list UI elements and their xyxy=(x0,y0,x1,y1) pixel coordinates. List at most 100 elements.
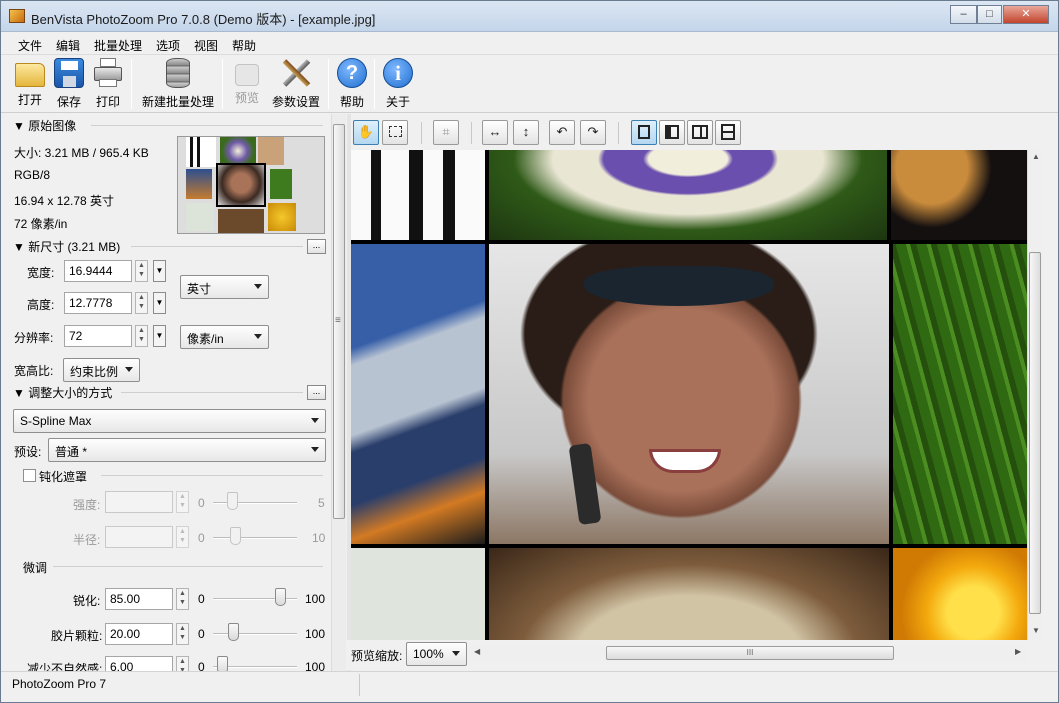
fine-tune-value-input[interactable]: 6.00 xyxy=(105,656,173,671)
split-view-button[interactable] xyxy=(659,120,685,145)
original-file-size: 大小: 3.21 MB / 965.4 KB xyxy=(14,146,149,160)
unsharp-mask-checkbox[interactable] xyxy=(23,469,36,482)
algorithm-select[interactable]: S-Spline Max xyxy=(13,409,326,433)
settings-button[interactable]: 参数设置 xyxy=(269,58,323,110)
width-menu-button[interactable]: ▼ xyxy=(153,260,166,282)
resolution-menu-button[interactable]: ▼ xyxy=(153,325,166,347)
arrow-up-down-icon: ↕ xyxy=(522,124,530,139)
fine-tune-slider-thumb[interactable] xyxy=(228,623,239,641)
divider xyxy=(131,246,303,247)
top-bottom-icon xyxy=(721,124,735,140)
strength-spinner[interactable]: ▲ ▼ xyxy=(176,491,189,513)
resolution-spinner[interactable]: ▲ ▼ xyxy=(135,325,148,347)
fine-tune-spinner[interactable]: ▲ ▼ xyxy=(176,656,189,671)
menu-options[interactable]: 选项 xyxy=(156,37,180,54)
resize-method-header[interactable]: ▼ 调整大小的方式 xyxy=(13,384,112,401)
menu-batch[interactable]: 批量处理 xyxy=(94,37,142,54)
fine-tune-slider-thumb[interactable] xyxy=(217,656,228,671)
preview-button[interactable]: 预览 xyxy=(230,58,264,110)
hand-tool-button[interactable]: ✋ xyxy=(353,120,379,145)
crop-button[interactable]: ⌗ xyxy=(433,120,459,145)
minimize-button[interactable]: – xyxy=(950,5,977,24)
strength-input[interactable] xyxy=(105,491,173,513)
new-size-header[interactable]: ▼ 新尺寸 (3.21 MB) xyxy=(13,238,120,255)
menu-edit[interactable]: 编辑 xyxy=(56,37,80,54)
image-preview[interactable] xyxy=(351,150,1027,640)
scroll-down-icon[interactable]: ▼ xyxy=(1032,626,1040,635)
scroll-left-icon[interactable]: ◀ xyxy=(474,647,480,656)
strength-slider[interactable] xyxy=(213,502,297,504)
fine-tune-slider[interactable] xyxy=(213,633,297,635)
about-button[interactable]: i 关于 xyxy=(380,58,416,110)
fine-tune-label: 微调 xyxy=(23,561,48,575)
resolution-input[interactable]: 72 xyxy=(64,325,132,347)
size-unit-select[interactable]: 英寸 xyxy=(180,275,269,299)
fine-tune-min: 0 xyxy=(198,592,205,606)
fine-tune-row-label: 减少不自然感: xyxy=(27,662,103,671)
rotate-left-icon: ↶ xyxy=(556,124,568,139)
height-input[interactable]: 12.7778 xyxy=(64,292,132,314)
select-tool-button[interactable] xyxy=(382,120,408,145)
original-thumbnail[interactable] xyxy=(177,136,325,234)
radius-slider[interactable] xyxy=(213,537,297,539)
close-button[interactable]: ✕ xyxy=(1003,5,1049,24)
status-bar: PhotoZoom Pro 7 xyxy=(1,671,1058,702)
menu-view[interactable]: 视图 xyxy=(194,37,218,54)
open-button[interactable]: 打开 xyxy=(11,58,49,110)
flip-vertical-button[interactable]: ↕ xyxy=(513,120,539,145)
top-bottom-view-button[interactable] xyxy=(715,120,741,145)
database-stack-icon xyxy=(166,58,190,88)
clock-face-image xyxy=(489,548,889,640)
preview-vertical-scroll-thumb[interactable] xyxy=(1029,252,1041,614)
single-view-button[interactable] xyxy=(631,120,657,145)
radius-slider-thumb[interactable] xyxy=(230,527,241,545)
settings-panel-scroll-thumb[interactable]: ≡ xyxy=(333,124,345,519)
fine-tune-value-input[interactable]: 85.00 xyxy=(105,588,173,610)
original-image-header[interactable]: ▼ 原始图像 xyxy=(13,117,76,134)
scroll-up-icon[interactable]: ▲ xyxy=(1032,152,1040,161)
zoom-select[interactable]: 100% xyxy=(406,642,467,666)
chevron-down-icon xyxy=(311,418,319,423)
resolution-unit-select[interactable]: 像素/in xyxy=(180,325,269,349)
print-button[interactable]: 打印 xyxy=(90,58,126,110)
view-toolbar-separator xyxy=(618,122,619,144)
preview-horizontal-scrollbar[interactable]: ◀ III ▶ xyxy=(471,645,1026,662)
height-spinner[interactable]: ▲ ▼ xyxy=(135,292,148,314)
aspect-ratio-select[interactable]: 约束比例 xyxy=(63,358,140,382)
scroll-right-icon[interactable]: ▶ xyxy=(1015,647,1021,656)
side-by-side-view-button[interactable] xyxy=(687,120,713,145)
method-more-button[interactable]: ... xyxy=(307,385,326,400)
height-menu-button[interactable]: ▼ xyxy=(153,292,166,314)
preview-horizontal-scroll-thumb[interactable]: III xyxy=(606,646,894,660)
new-size-more-button[interactable]: ... xyxy=(307,239,326,254)
tools-icon xyxy=(281,58,311,88)
menu-help[interactable]: 帮助 xyxy=(232,37,256,54)
preset-select[interactable]: 普通 * xyxy=(48,438,326,462)
preset-label: 预设: xyxy=(14,445,42,459)
radius-spinner[interactable]: ▲ ▼ xyxy=(176,526,189,548)
strength-slider-thumb[interactable] xyxy=(227,492,238,510)
dial-image xyxy=(351,548,485,640)
fine-tune-value-input[interactable]: 20.00 xyxy=(105,623,173,645)
rotate-right-button[interactable]: ↷ xyxy=(580,120,606,145)
new-batch-button[interactable]: 新建批量处理 xyxy=(140,58,216,110)
width-spinner[interactable]: ▲ ▼ xyxy=(135,260,148,282)
help-button[interactable]: ? 帮助 xyxy=(334,58,370,110)
printer-icon xyxy=(93,58,123,88)
maximize-button[interactable]: □ xyxy=(977,5,1002,24)
settings-panel-scrollbar[interactable]: ≡ xyxy=(331,114,346,671)
menu-bar: 文件 编辑 批量处理 选项 视图 帮助 xyxy=(1,33,1058,55)
divider xyxy=(121,392,303,393)
rotate-left-button[interactable]: ↶ xyxy=(549,120,575,145)
flip-horizontal-button[interactable]: ↔ xyxy=(482,120,508,145)
fine-tune-slider-thumb[interactable] xyxy=(275,588,286,606)
fine-tune-spinner[interactable]: ▲ ▼ xyxy=(176,623,189,645)
menu-file[interactable]: 文件 xyxy=(18,37,42,54)
save-button[interactable]: 保存 xyxy=(51,58,87,110)
width-input[interactable]: 16.9444 xyxy=(64,260,132,282)
preview-vertical-scrollbar[interactable]: ▲ ▼ xyxy=(1027,150,1043,640)
radius-input[interactable] xyxy=(105,526,173,548)
strength-min: 0 xyxy=(198,496,205,510)
resolution-unit-value: 像素/in xyxy=(187,332,224,346)
fine-tune-spinner[interactable]: ▲ ▼ xyxy=(176,588,189,610)
